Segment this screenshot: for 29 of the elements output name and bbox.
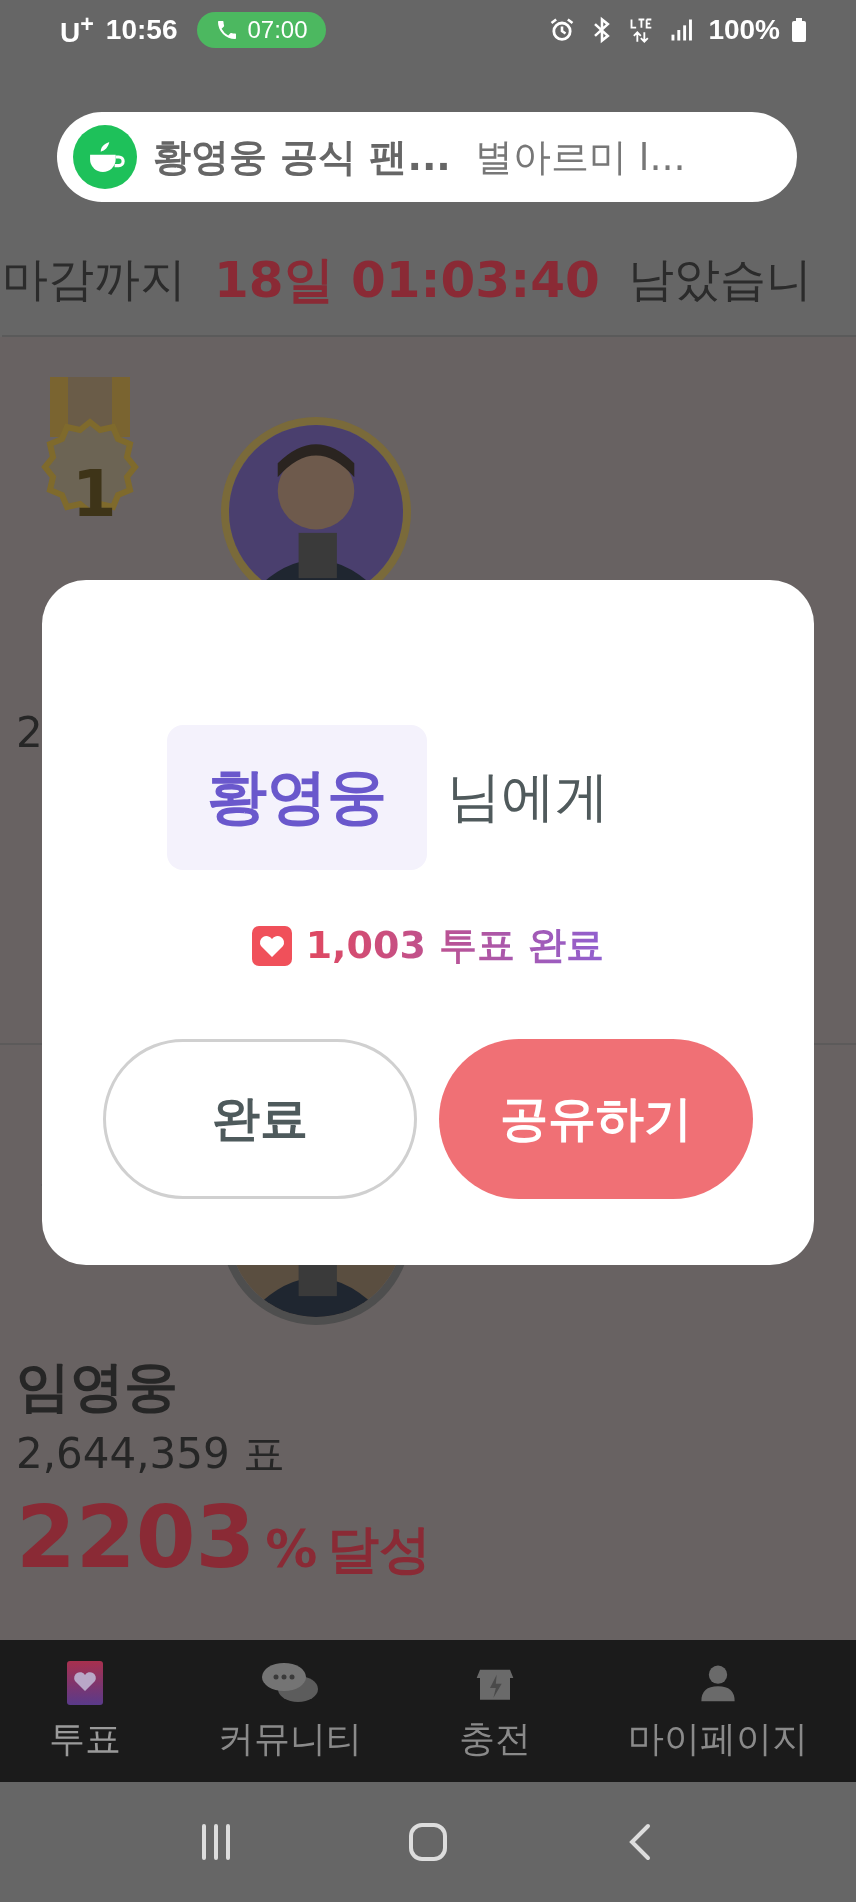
vote-count: 2 (16, 708, 44, 757)
rank-number: 1 (72, 457, 117, 531)
home-icon[interactable] (408, 1822, 448, 1862)
heart-card-icon (64, 1658, 105, 1707)
share-button[interactable]: 공유하기 (439, 1039, 753, 1199)
nav-tab[interactable]: 충전 (458, 1658, 531, 1764)
candidate-name: 임영웅 (16, 1355, 178, 1418)
notification-text: 별아르미 l... (474, 133, 686, 181)
countdown-suffix: 남았습니 (627, 251, 812, 308)
nav-tab[interactable]: 마이페이지 (627, 1658, 808, 1764)
recipient-name: 황영웅 (167, 725, 427, 870)
battery-icon (792, 18, 806, 42)
percent-sign: % (265, 1519, 318, 1579)
notification-title: 황영웅 공식 팬... (153, 133, 451, 181)
nav-tab[interactable]: 투표 (48, 1658, 121, 1764)
countdown-label: 마감까지 (2, 251, 186, 308)
battery-percent: 100% (708, 14, 780, 46)
notification-banner[interactable]: 황영웅 공식 팬... 별아르미 l... (57, 112, 797, 202)
call-timer-pill[interactable]: 07:00 (197, 12, 326, 48)
cup-icon (73, 125, 137, 189)
achievement-percent: 2203 (16, 1490, 256, 1585)
done-button[interactable]: 완료 (103, 1039, 417, 1199)
clock-time: 10:56 (105, 14, 178, 46)
recipient-suffix: 님에게 (447, 764, 609, 830)
achievement-label: 달성 (327, 1518, 432, 1581)
countdown-time: 18일 01:03:40 (214, 249, 600, 311)
carrier-label: U$^{+}$ (60, 10, 94, 50)
nav-tab[interactable]: 커뮤니티 (217, 1658, 362, 1764)
vote-count: 2,644,359 표 (16, 1428, 287, 1480)
